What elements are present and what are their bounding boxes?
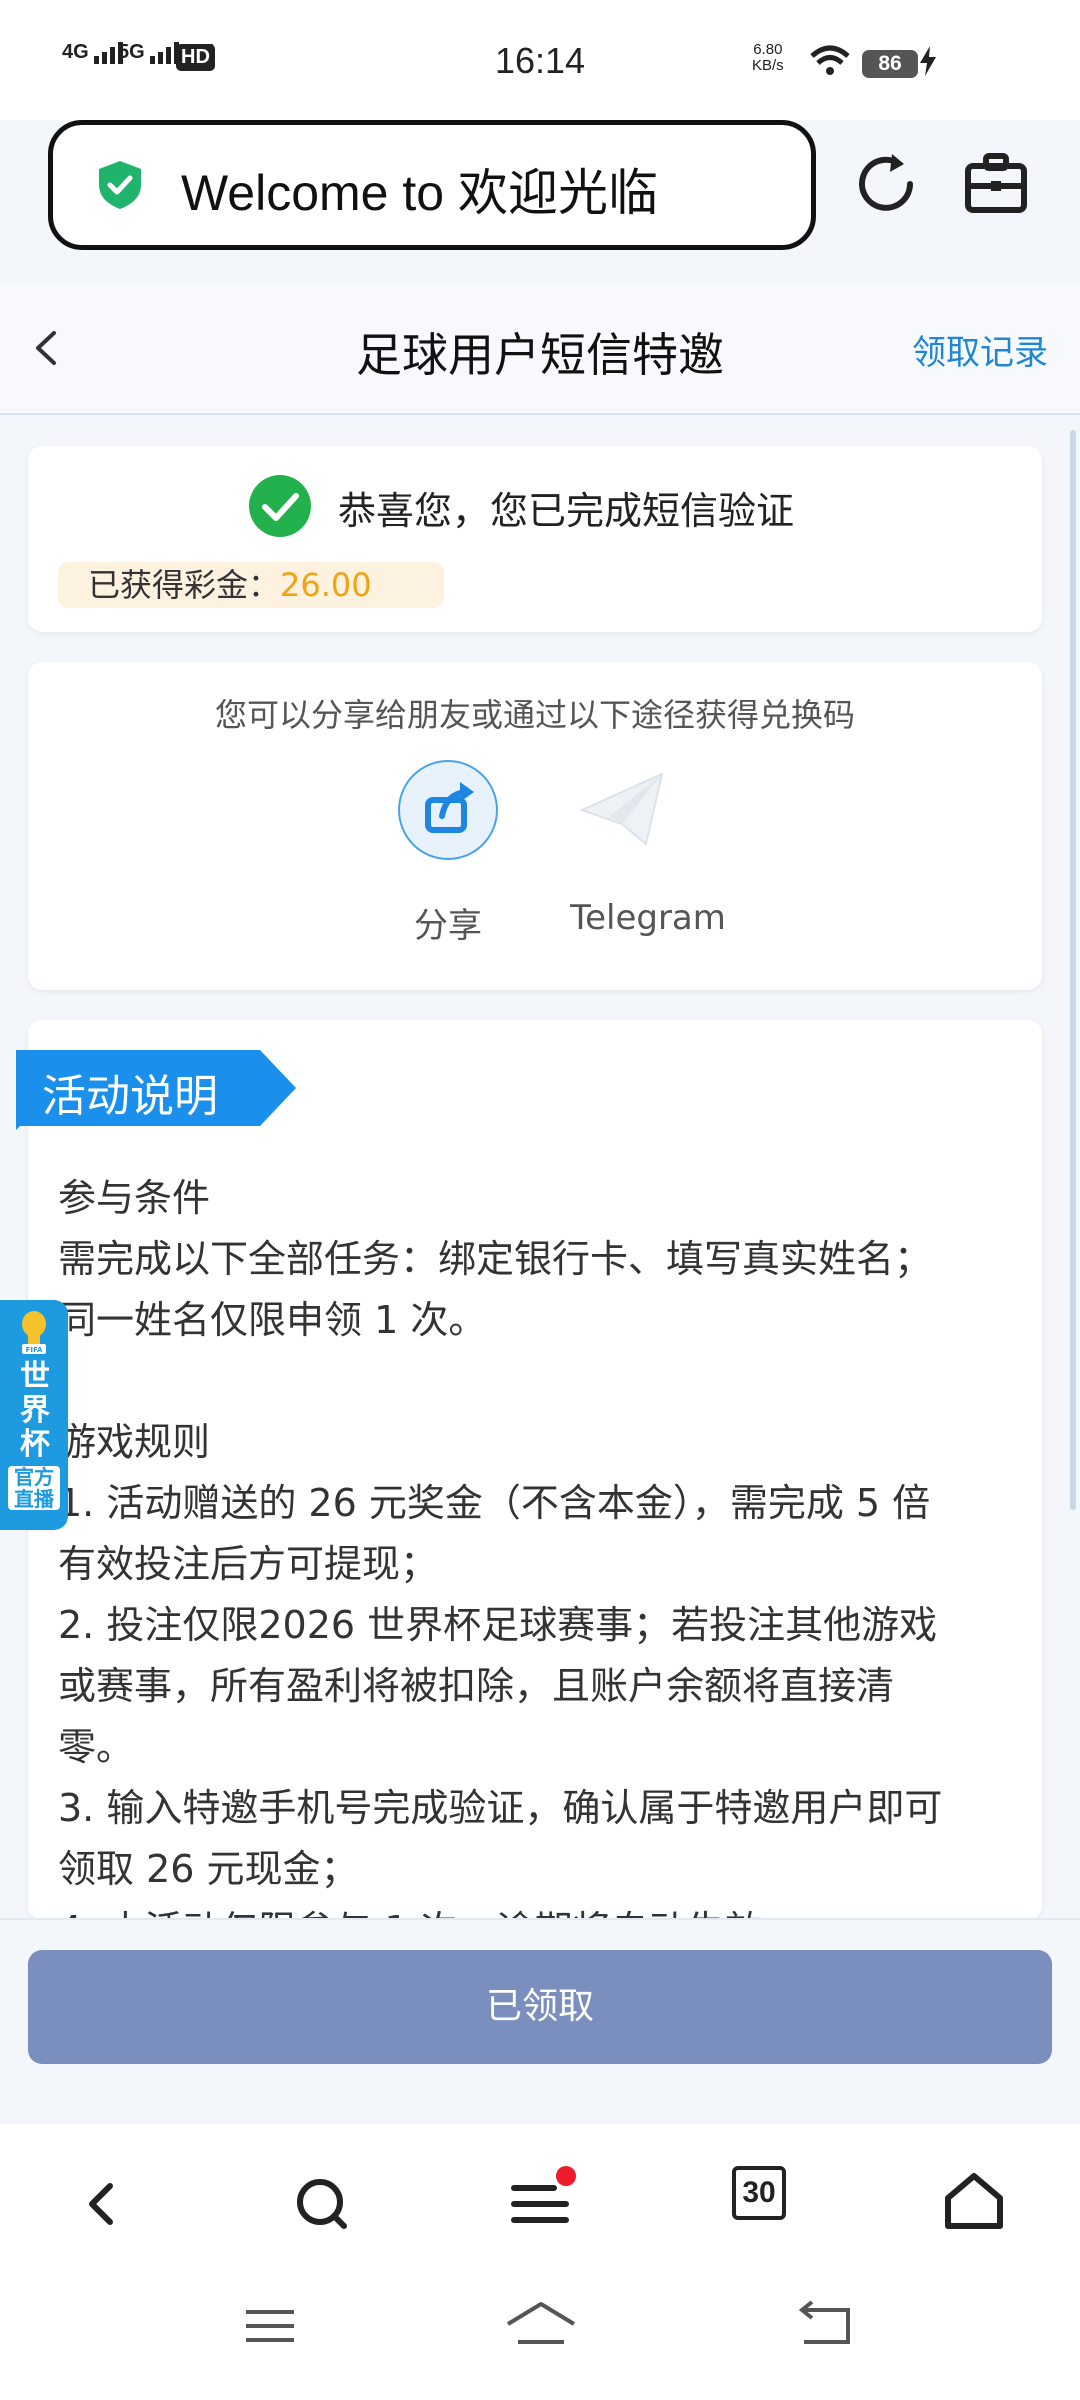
scrollbar[interactable]: [1070, 430, 1076, 1510]
telegram-label[interactable]: Telegram: [528, 898, 768, 938]
rules-line: 或赛事，所有盈利将被扣除，且账户余额将直接清: [58, 1664, 895, 1708]
rules-line: [58, 1351, 1008, 1412]
tabs-button[interactable]: 30: [732, 2166, 786, 2220]
security-shield-icon: [99, 161, 141, 209]
rules-line: 参与条件: [58, 1176, 211, 1220]
success-check-icon: [249, 475, 311, 537]
world-cup-trophy-icon: FIFA: [22, 1311, 46, 1354]
verification-card: 恭喜您，您已完成短信验证 已获得彩金：26.00: [28, 446, 1042, 632]
address-bar-text: Welcome to 欢迎光临: [181, 165, 658, 221]
bonus-label: 已获得彩金：: [88, 566, 281, 604]
rules-line: 2. 投注仅限2026 世界杯足球赛事；若投注其他游戏: [58, 1603, 938, 1647]
search-icon[interactable]: [282, 2164, 362, 2244]
system-navigation-bar: [0, 2274, 1080, 2400]
toolbox-icon[interactable]: [962, 150, 1032, 220]
share-label[interactable]: 分享: [368, 898, 528, 947]
share-icon: [425, 782, 474, 833]
bonus-badge: 已获得彩金：26.00: [58, 562, 444, 608]
menu-icon[interactable]: [500, 2164, 580, 2244]
rules-text: 参与条件 需完成以下全部任务：绑定银行卡、填写真实姓名； 同一姓名仅限申领 1 …: [58, 1168, 1008, 1961]
rules-line: 领取 26 元现金；: [58, 1847, 359, 1891]
system-recents-icon[interactable]: [240, 2302, 300, 2352]
nav-back-icon[interactable]: [66, 2164, 146, 2244]
official-live-label: 官方直播: [8, 1466, 60, 1510]
rules-line: 需完成以下全部任务：绑定银行卡、填写真实姓名；: [58, 1237, 933, 1281]
share-button[interactable]: [398, 760, 498, 860]
notification-dot-icon: [556, 2166, 576, 2186]
status-bar: 4G 5G HD 1 2 16:14 6.80 KB/s 86: [0, 0, 1080, 120]
rules-line: 1. 活动赠送的 26 元奖金（不含本金），需完成 5 倍: [58, 1481, 931, 1525]
verification-message: 恭喜您，您已完成短信验证: [338, 489, 795, 533]
bottom-action-area: 已领取: [0, 1918, 1080, 2124]
telegram-icon[interactable]: [576, 766, 672, 852]
battery-indicator: 86: [862, 50, 918, 78]
address-bar[interactable]: Welcome to 欢迎光临: [48, 120, 816, 250]
claim-records-link[interactable]: 领取记录: [912, 325, 1048, 374]
rules-tab-title: 活动说明: [42, 1071, 218, 1122]
fifa-text: FIFA: [26, 1346, 43, 1354]
signal-4g: 4G: [62, 40, 124, 64]
wifi-icon: [810, 45, 850, 75]
bonus-value: 26.00: [280, 566, 372, 604]
signal-5g: 5G: [118, 40, 180, 64]
hd-sim-indicator: 1 2: [208, 41, 216, 69]
system-home-icon[interactable]: [504, 2298, 578, 2352]
browser-toolbar: 30: [0, 2124, 1080, 2274]
system-back-icon[interactable]: [794, 2300, 858, 2352]
rules-line: 有效投注后方可提现；: [58, 1542, 439, 1586]
page-header: 足球用户短信特邀 领取记录: [0, 285, 1080, 415]
claimed-button[interactable]: 已领取: [28, 1950, 1052, 2064]
share-tip: 您可以分享给朋友或通过以下途径获得兑换码: [214, 696, 855, 734]
reload-icon[interactable]: [852, 150, 922, 220]
world-cup-title: 世界杯: [20, 1359, 50, 1462]
rules-line: 零。: [58, 1725, 135, 1769]
clock: 16:14: [494, 40, 586, 81]
charging-icon: [920, 46, 936, 76]
rules-line: 游戏规则: [58, 1420, 211, 1464]
share-card: 您可以分享给朋友或通过以下途径获得兑换码 分享 Telegram: [28, 662, 1042, 990]
world-cup-live-badge[interactable]: FIFA 世界杯 官方直播: [0, 1300, 68, 1530]
network-speed: 6.80 KB/s: [752, 41, 784, 74]
home-icon[interactable]: [934, 2164, 1014, 2244]
rules-line: 同一姓名仅限申领 1 次。: [58, 1298, 487, 1342]
rules-line: 3. 输入特邀手机号完成验证，确认属于特邀用户即可: [58, 1786, 943, 1830]
